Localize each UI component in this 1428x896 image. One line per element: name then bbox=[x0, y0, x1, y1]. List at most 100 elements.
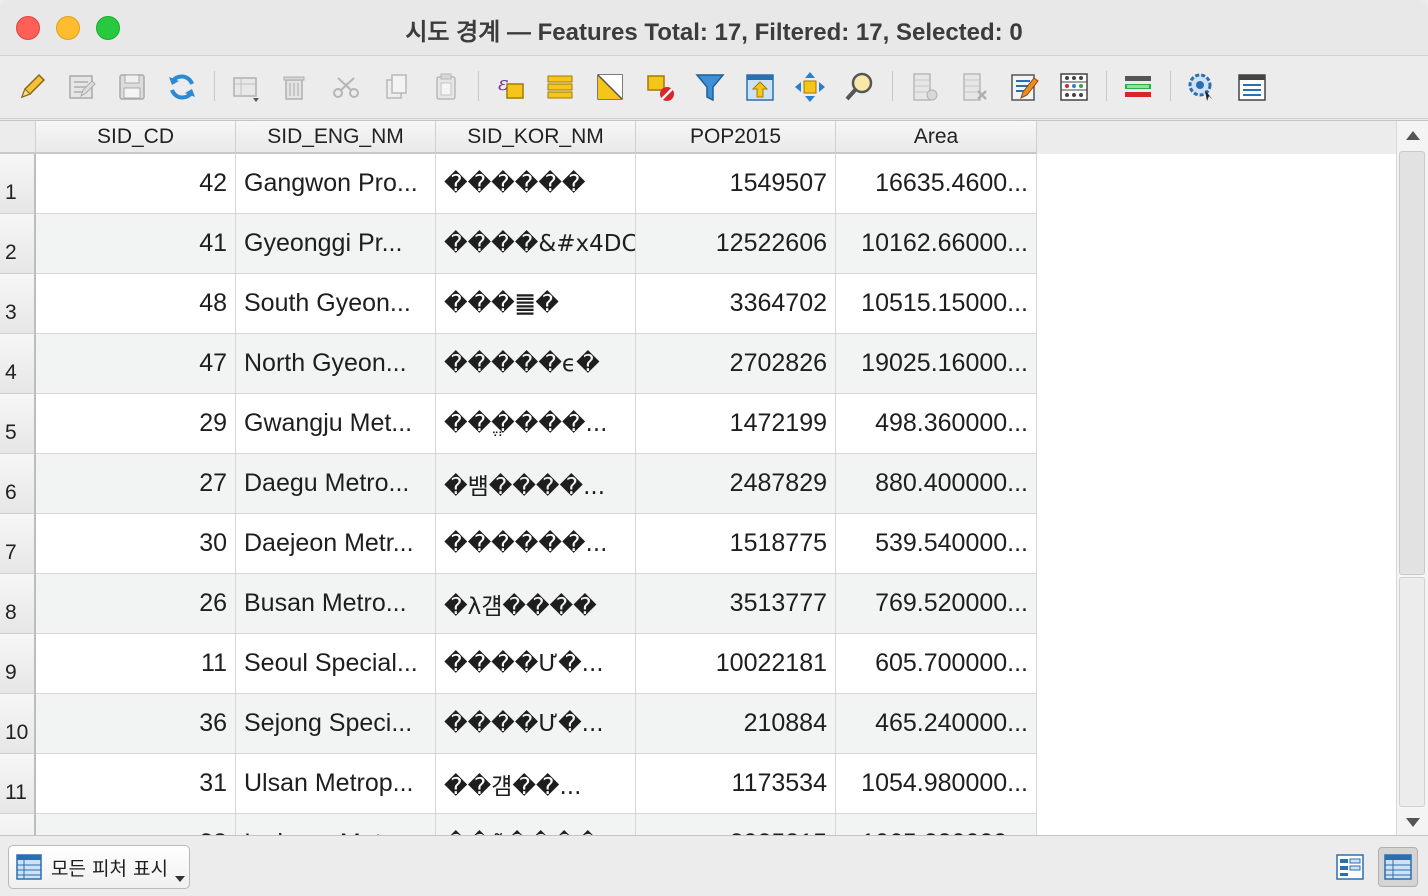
column-header-area[interactable]: Area bbox=[836, 121, 1037, 154]
row-number-header[interactable]: 7 bbox=[0, 514, 36, 574]
pan-to-selected-button[interactable] bbox=[790, 67, 830, 107]
select-by-expression-button[interactable]: ε bbox=[490, 67, 530, 107]
multi-edit-button[interactable] bbox=[62, 67, 102, 107]
cell-sid-eng-nm[interactable]: North Gyeon... bbox=[236, 334, 436, 394]
cell-area[interactable]: 498.360000... bbox=[836, 394, 1037, 454]
cell-pop2015[interactable]: 210884 bbox=[636, 694, 836, 754]
cell-sid-kor-nm[interactable]: ��õ���� bbox=[436, 814, 636, 835]
row-number-header[interactable]: 1 bbox=[0, 154, 36, 214]
row-number-header[interactable]: 3 bbox=[0, 274, 36, 334]
cell-area[interactable]: 16635.4600... bbox=[836, 154, 1037, 214]
cell-sid-eng-nm[interactable]: Seoul Special... bbox=[236, 634, 436, 694]
cell-pop2015[interactable]: 3513777 bbox=[636, 574, 836, 634]
cell-sid-kor-nm[interactable]: ��걤��... bbox=[436, 754, 636, 814]
table-row[interactable]: 3 48 South Gyeon... ���䷀� 3364702 10515.15000… bbox=[0, 274, 1037, 334]
row-number-header[interactable]: 12 bbox=[0, 814, 36, 835]
cell-sid-kor-nm[interactable]: ����Ư�... bbox=[436, 634, 636, 694]
cell-pop2015[interactable]: 1173534 bbox=[636, 754, 836, 814]
cell-sid-cd[interactable]: 42 bbox=[36, 154, 236, 214]
cell-pop2015[interactable]: 12522606 bbox=[636, 214, 836, 274]
row-number-header[interactable]: 11 bbox=[0, 754, 36, 814]
column-header-pop2015[interactable]: POP2015 bbox=[636, 121, 836, 154]
cell-pop2015[interactable]: 2925815 bbox=[636, 814, 836, 835]
cell-sid-kor-nm[interactable]: ������ bbox=[436, 154, 636, 214]
form-view-button[interactable] bbox=[1330, 847, 1370, 887]
move-selection-top-button[interactable] bbox=[740, 67, 780, 107]
toggle-editing-button[interactable] bbox=[12, 67, 52, 107]
dock-table-button[interactable] bbox=[1118, 67, 1158, 107]
save-edits-button[interactable] bbox=[112, 67, 152, 107]
row-number-header[interactable]: 4 bbox=[0, 334, 36, 394]
cell-sid-cd[interactable]: 11 bbox=[36, 634, 236, 694]
cell-sid-cd[interactable]: 41 bbox=[36, 214, 236, 274]
scroll-up-arrow[interactable] bbox=[1397, 121, 1428, 149]
deselect-all-button[interactable] bbox=[640, 67, 680, 107]
cell-area[interactable]: 539.540000... bbox=[836, 514, 1037, 574]
cell-pop2015[interactable]: 1549507 bbox=[636, 154, 836, 214]
cell-area[interactable]: 880.400000... bbox=[836, 454, 1037, 514]
delete-field-button[interactable] bbox=[954, 67, 994, 107]
table-row[interactable]: 9 11 Seoul Special... ����Ư�... 10022181 605.… bbox=[0, 634, 1037, 694]
cell-area[interactable]: 10515.15000... bbox=[836, 274, 1037, 334]
cell-sid-cd[interactable]: 29 bbox=[36, 394, 236, 454]
cell-pop2015[interactable]: 10022181 bbox=[636, 634, 836, 694]
field-calculator-button[interactable] bbox=[1004, 67, 1044, 107]
select-all-button[interactable] bbox=[540, 67, 580, 107]
organize-columns-button[interactable] bbox=[1232, 67, 1272, 107]
cell-pop2015[interactable]: 2702826 bbox=[636, 334, 836, 394]
table-row[interactable]: 8 26 Busan Metro... �λ걤���� 3513777 769.52000… bbox=[0, 574, 1037, 634]
row-number-header[interactable]: 6 bbox=[0, 454, 36, 514]
table-row[interactable]: 6 27 Daegu Metro... �뱸����... 2487829 880.400… bbox=[0, 454, 1037, 514]
cell-area[interactable]: 10162.66000... bbox=[836, 214, 1037, 274]
cell-sid-eng-nm[interactable]: Daegu Metro... bbox=[236, 454, 436, 514]
invert-selection-button[interactable] bbox=[590, 67, 630, 107]
cell-pop2015[interactable]: 3364702 bbox=[636, 274, 836, 334]
cell-sid-kor-nm[interactable]: ���ֱ���... bbox=[436, 394, 636, 454]
cell-sid-kor-nm[interactable]: ����Ư�... bbox=[436, 694, 636, 754]
row-number-header[interactable]: 10 bbox=[0, 694, 36, 754]
cell-sid-cd[interactable]: 47 bbox=[36, 334, 236, 394]
table-row[interactable]: 5 29 Gwangju Met... ���ֱ���... 1472199 498.36… bbox=[0, 394, 1037, 454]
feature-filter-dropdown[interactable]: 모든 피처 표시 bbox=[8, 845, 190, 889]
table-row[interactable]: 1 42 Gangwon Pro... ������ 1549507 16635.4600… bbox=[0, 154, 1037, 214]
cell-sid-kor-nm[interactable]: ����&#x4DC0; bbox=[436, 214, 636, 274]
cell-sid-eng-nm[interactable]: Gangwon Pro... bbox=[236, 154, 436, 214]
zoom-to-selected-button[interactable] bbox=[840, 67, 880, 107]
cell-sid-kor-nm[interactable]: ������... bbox=[436, 514, 636, 574]
new-field-button[interactable] bbox=[904, 67, 944, 107]
cell-sid-kor-nm[interactable]: �����ϵ� bbox=[436, 334, 636, 394]
paste-features-button[interactable] bbox=[426, 67, 466, 107]
table-row[interactable]: 4 47 North Gyeon... �����ϵ� 2702826 19025.160… bbox=[0, 334, 1037, 394]
table-row[interactable]: 10 36 Sejong Speci... ����Ư�... 210884 465.24… bbox=[0, 694, 1037, 754]
cell-sid-eng-nm[interactable]: Daejeon Metr... bbox=[236, 514, 436, 574]
cell-sid-eng-nm[interactable]: South Gyeon... bbox=[236, 274, 436, 334]
row-number-header[interactable]: 5 bbox=[0, 394, 36, 454]
vertical-scrollbar[interactable] bbox=[1396, 121, 1428, 835]
table-row[interactable]: 11 31 Ulsan Metrop... ��걤��... 1173534 1054.9… bbox=[0, 754, 1037, 814]
table-view-button[interactable] bbox=[1378, 847, 1418, 887]
table-row[interactable]: 7 30 Daejeon Metr... ������... 1518775 539.54… bbox=[0, 514, 1037, 574]
row-number-header[interactable]: 2 bbox=[0, 214, 36, 274]
cell-sid-kor-nm[interactable]: �λ걤���� bbox=[436, 574, 636, 634]
filter-select-button[interactable] bbox=[690, 67, 730, 107]
conditional-formatting-button[interactable] bbox=[1054, 67, 1094, 107]
cell-sid-eng-nm[interactable]: Gwangju Met... bbox=[236, 394, 436, 454]
cell-sid-eng-nm[interactable]: Ulsan Metrop... bbox=[236, 754, 436, 814]
cell-pop2015[interactable]: 2487829 bbox=[636, 454, 836, 514]
cell-sid-kor-nm[interactable]: ���䷀� bbox=[436, 274, 636, 334]
delete-selected-button[interactable] bbox=[274, 67, 314, 107]
cell-sid-cd[interactable]: 28 bbox=[36, 814, 236, 835]
cell-sid-cd[interactable]: 26 bbox=[36, 574, 236, 634]
cell-sid-eng-nm[interactable]: Busan Metro... bbox=[236, 574, 436, 634]
cell-sid-cd[interactable]: 30 bbox=[36, 514, 236, 574]
cell-area[interactable]: 19025.16000... bbox=[836, 334, 1037, 394]
cell-sid-cd[interactable]: 27 bbox=[36, 454, 236, 514]
cell-sid-cd[interactable]: 36 bbox=[36, 694, 236, 754]
table-row[interactable]: 1228Incheon Met...��õ����29258151065.230… bbox=[0, 814, 1037, 835]
column-header-sid-cd[interactable]: SID_CD bbox=[36, 121, 236, 154]
cell-sid-eng-nm[interactable]: Incheon Met... bbox=[236, 814, 436, 835]
row-number-header[interactable]: 8 bbox=[0, 574, 36, 634]
cell-area[interactable]: 465.240000... bbox=[836, 694, 1037, 754]
cell-area[interactable]: 605.700000... bbox=[836, 634, 1037, 694]
scrollbar-thumb[interactable] bbox=[1399, 577, 1425, 807]
